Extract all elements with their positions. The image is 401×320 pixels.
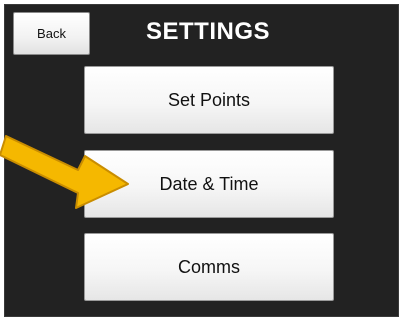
back-button[interactable]: Back bbox=[13, 12, 90, 55]
page-title: SETTINGS bbox=[145, 18, 270, 45]
screenshot-frame: Back SETTINGS Set Points Date & Time Com… bbox=[0, 0, 401, 320]
set-points-button[interactable]: Set Points bbox=[84, 66, 334, 134]
date-time-button[interactable]: Date & Time bbox=[84, 150, 334, 218]
comms-button[interactable]: Comms bbox=[84, 233, 334, 301]
